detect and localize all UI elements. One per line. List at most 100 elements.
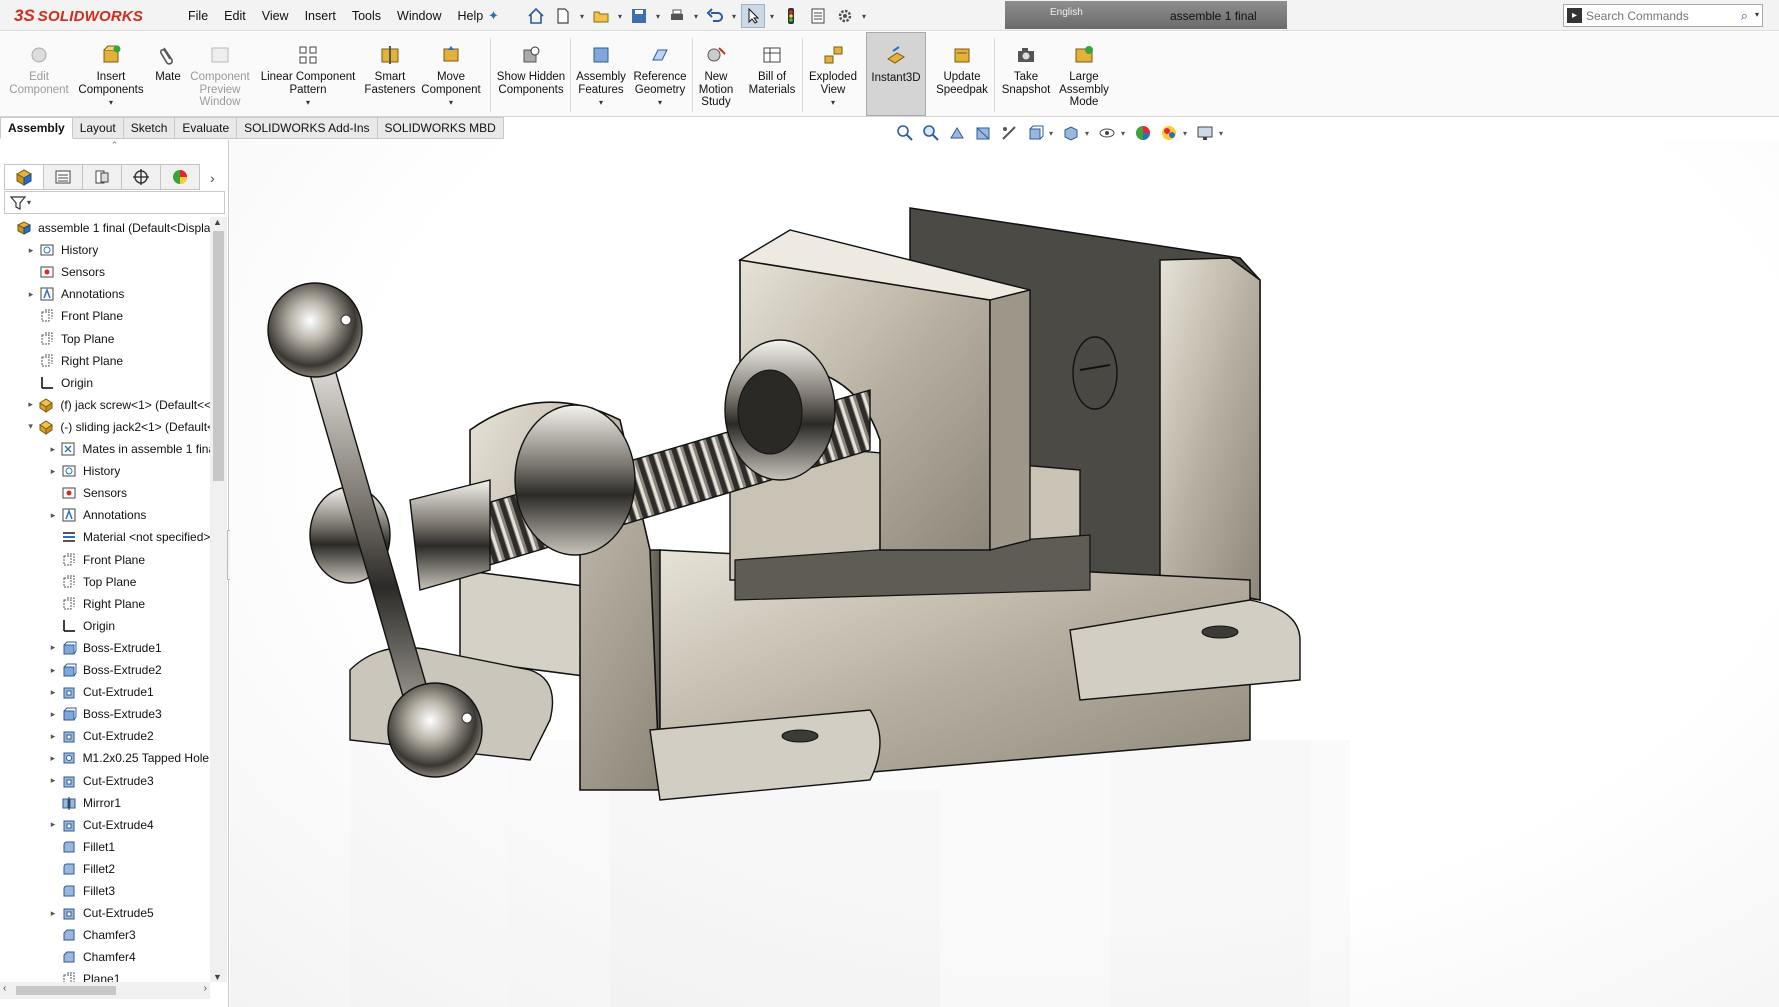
zoom-to-area-icon[interactable]: [919, 122, 943, 144]
hide-show-dropdown[interactable]: ▾: [1121, 129, 1129, 138]
scroll-up-arrow[interactable]: ▲: [213, 217, 222, 227]
tree-item[interactable]: ▸ Cut-Extrude3: [0, 770, 210, 792]
menu-insert[interactable]: Insert: [297, 9, 344, 23]
options-dropdown-arrow[interactable]: ▾: [860, 12, 868, 21]
panel-grip[interactable]: ⌃: [0, 140, 229, 152]
tree-item[interactable]: ▸ Boss-Extrude2: [0, 659, 210, 681]
tree-item[interactable]: ▸ Cut-Extrude1: [0, 681, 210, 703]
scroll-right-arrow[interactable]: ›: [204, 983, 207, 994]
tree-item[interactable]: assemble 1 final (Default<Display S: [0, 217, 210, 239]
tree-item[interactable]: Front Plane: [0, 305, 210, 327]
dynamic-annotation-icon[interactable]: [997, 122, 1021, 144]
smart-fasteners-button[interactable]: Smart Fasteners: [364, 32, 416, 116]
tree-filter-bar[interactable]: ▾: [4, 191, 225, 214]
tree-item[interactable]: Top Plane: [0, 571, 210, 593]
tree-expander-icon[interactable]: ▸: [48, 665, 58, 676]
menu-window[interactable]: Window: [389, 9, 449, 23]
apply-scene-dropdown[interactable]: ▾: [1183, 129, 1191, 138]
tree-horizontal-scrollbar[interactable]: ‹ ›: [0, 982, 210, 999]
search-input[interactable]: [1586, 7, 1736, 25]
instant3d-button[interactable]: Instant3D: [866, 32, 926, 116]
display-style-icon[interactable]: [1059, 122, 1083, 144]
rebuild-traffic-light-icon[interactable]: [779, 4, 803, 28]
tree-expander-icon[interactable]: ▸: [26, 289, 36, 300]
tree-item[interactable]: ▸ M1.2x0.25 Tapped Hole1: [0, 747, 210, 769]
linear-pattern-dropdown[interactable]: ▾: [306, 97, 310, 110]
tree-item[interactable]: Origin: [0, 615, 210, 637]
view-orientation-dropdown[interactable]: ▾: [1049, 129, 1057, 138]
insert-components-dropdown[interactable]: ▾: [109, 97, 113, 110]
tree-item[interactable]: Origin: [0, 372, 210, 394]
save-icon[interactable]: [627, 4, 651, 28]
print-dropdown-arrow[interactable]: ▾: [692, 12, 700, 21]
apply-scene-icon[interactable]: [1157, 122, 1181, 144]
select-dropdown-arrow[interactable]: ▾: [768, 12, 776, 21]
print-icon[interactable]: [665, 4, 689, 28]
assembly-features-dropdown[interactable]: ▾: [599, 97, 603, 110]
tree-item[interactable]: Plane1: [0, 968, 210, 982]
zoom-to-fit-icon[interactable]: [893, 122, 917, 144]
take-snapshot-button[interactable]: Take Snapshot: [998, 32, 1054, 116]
edit-appearance-icon[interactable]: [1131, 122, 1155, 144]
tree-item[interactable]: ▸ Boss-Extrude3: [0, 703, 210, 725]
update-speedpak-button[interactable]: Update Speedpak: [932, 32, 992, 116]
tab-solidworks-mbd[interactable]: SOLIDWORKS MBD: [377, 117, 504, 139]
home-icon[interactable]: [524, 4, 548, 28]
tree-item[interactable]: ▸ Cut-Extrude2: [0, 725, 210, 747]
select-cursor-icon[interactable]: [741, 4, 765, 28]
edit-component-button[interactable]: Edit Component: [4, 32, 74, 116]
property-manager-tab[interactable]: [43, 164, 83, 190]
component-preview-window-button[interactable]: Component Preview Window: [190, 32, 250, 116]
configuration-manager-tab[interactable]: [82, 164, 122, 190]
tree-item[interactable]: Fillet2: [0, 858, 210, 880]
scroll-thumb[interactable]: [213, 231, 224, 481]
reference-geometry-button[interactable]: Reference Geometry ▾: [632, 32, 688, 116]
display-style-dropdown[interactable]: ▾: [1085, 129, 1093, 138]
undo-dropdown-arrow[interactable]: ▾: [730, 12, 738, 21]
solidworks-logo[interactable]: 3S SOLIDWORKS: [14, 5, 143, 27]
tree-item[interactable]: Mirror1: [0, 792, 210, 814]
tree-item[interactable]: Fillet1: [0, 836, 210, 858]
panel-more-chevron-icon[interactable]: ›: [210, 170, 215, 186]
large-assembly-mode-button[interactable]: Large Assembly Mode: [1056, 32, 1112, 116]
tree-item[interactable]: ▸ Annotations: [0, 283, 210, 305]
view-settings-dropdown[interactable]: ▾: [1219, 129, 1227, 138]
menu-view[interactable]: View: [254, 9, 297, 23]
search-commands-box[interactable]: ▸ ⌕ ▾: [1563, 4, 1763, 27]
menu-edit[interactable]: Edit: [216, 9, 254, 23]
tab-evaluate[interactable]: Evaluate: [175, 117, 238, 139]
mate-button[interactable]: Mate: [148, 32, 188, 116]
new-dropdown-arrow[interactable]: ▾: [578, 12, 586, 21]
tree-expander-icon[interactable]: ▸: [48, 709, 58, 720]
view-orientation-icon[interactable]: [1023, 122, 1047, 144]
tree-item[interactable]: Chamfer3: [0, 924, 210, 946]
tree-item[interactable]: Right Plane: [0, 350, 210, 372]
menu-help[interactable]: Help: [450, 9, 492, 23]
tree-expander-icon[interactable]: ▸: [26, 245, 36, 256]
search-dropdown-arrow[interactable]: ▾: [1755, 10, 1759, 19]
open-dropdown-arrow[interactable]: ▾: [616, 12, 624, 21]
tab-sketch[interactable]: Sketch: [123, 117, 176, 139]
graphics-area[interactable]: [230, 140, 1779, 1007]
tab-assembly[interactable]: Assembly: [0, 117, 73, 139]
tree-expander-icon[interactable]: ▸: [48, 444, 57, 455]
bill-of-materials-button[interactable]: Bill of Materials: [744, 32, 800, 116]
tree-item[interactable]: ▸ Cut-Extrude4: [0, 814, 210, 836]
display-manager-tab[interactable]: [160, 164, 200, 190]
tree-expander-icon[interactable]: ▸: [48, 753, 58, 764]
reference-geometry-dropdown[interactable]: ▾: [658, 97, 662, 110]
move-component-dropdown[interactable]: ▾: [449, 97, 453, 110]
new-document-icon[interactable]: [551, 4, 575, 28]
menu-file[interactable]: File: [180, 9, 216, 23]
tree-expander-icon[interactable]: ▸: [26, 399, 35, 410]
tree-expander-icon[interactable]: ▸: [48, 466, 58, 477]
tree-item[interactable]: ▸ Mates in assemble 1 final: [0, 438, 210, 460]
tree-expander-icon[interactable]: ▸: [48, 642, 58, 653]
tree-item[interactable]: ▸ Boss-Extrude1: [0, 637, 210, 659]
scroll-h-thumb[interactable]: [16, 986, 116, 995]
options-gear-icon[interactable]: [833, 4, 857, 28]
tree-expander-icon[interactable]: ▾: [26, 421, 35, 432]
vise-assembly-model[interactable]: [230, 140, 1779, 1007]
filter-dropdown-arrow[interactable]: ▾: [27, 198, 31, 207]
tree-item[interactable]: Right Plane: [0, 593, 210, 615]
